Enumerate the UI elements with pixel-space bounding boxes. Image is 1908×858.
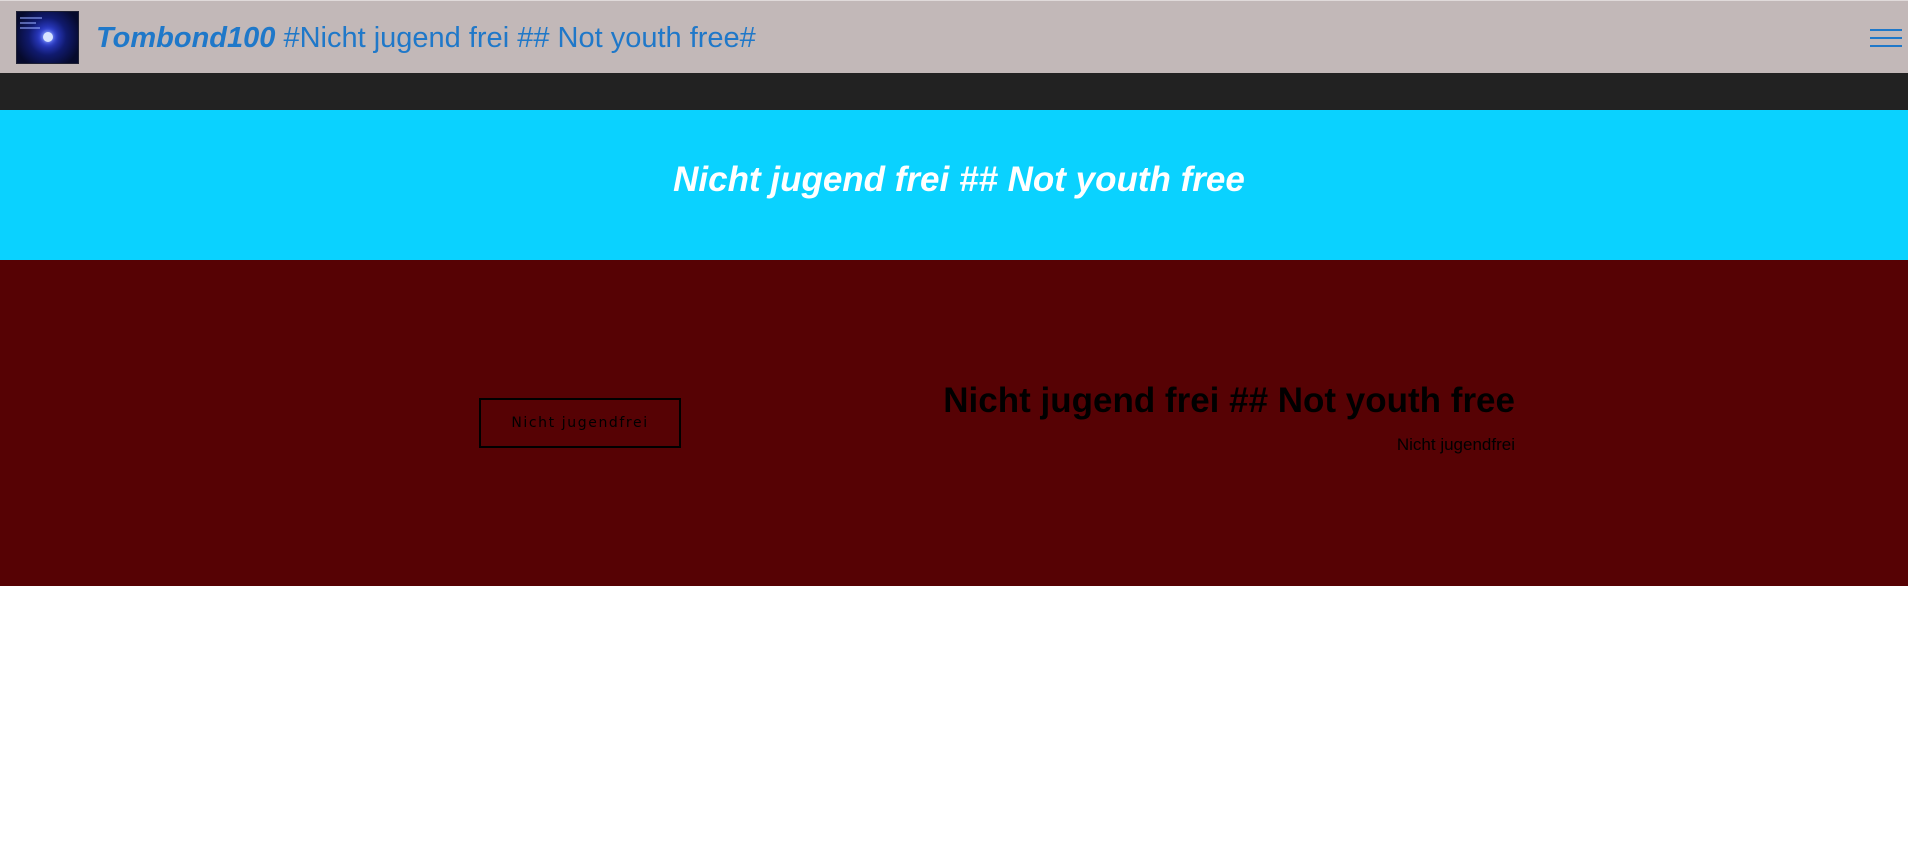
- top-navbar: Tombond100 #Nicht jugend frei ## Not you…: [0, 0, 1908, 73]
- brand-tagline: #Nicht jugend frei ## Not youth free#: [275, 22, 756, 54]
- hero-title: Nicht jugend frei ## Not youth free: [673, 160, 1245, 199]
- dark-divider-strip: [0, 73, 1908, 110]
- nicht-jugendfrei-button[interactable]: Nicht jugendfrei: [479, 398, 681, 448]
- content-subtitle: Nicht jugendfrei: [1396, 435, 1515, 454]
- brand-name: Tombond100: [96, 22, 276, 54]
- site-brand-link[interactable]: Tombond100 #Nicht jugend frei ## Not you…: [96, 20, 756, 56]
- content-title: Nicht jugend frei ## Not youth free: [943, 381, 1515, 420]
- content-section: Nicht jugendfrei Nicht jugend frei ## No…: [0, 260, 1908, 586]
- hero-banner: Nicht jugend frei ## Not youth free: [0, 110, 1908, 260]
- hamburger-menu-icon[interactable]: [1870, 27, 1902, 49]
- moonlit-night-icon[interactable]: [16, 11, 79, 64]
